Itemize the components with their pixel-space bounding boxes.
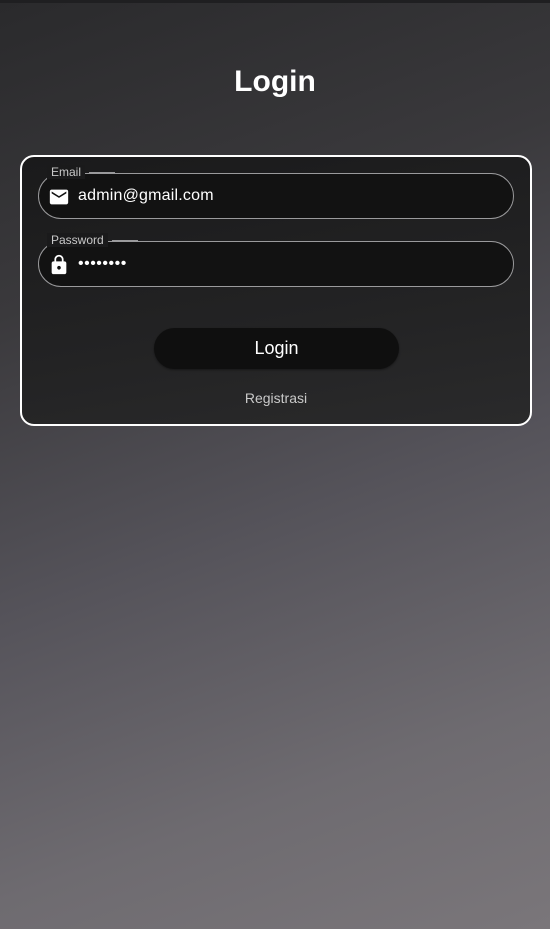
register-link[interactable]: Registrasi <box>22 389 530 407</box>
login-button[interactable]: Login <box>154 328 399 369</box>
status-bar-shade <box>0 0 550 3</box>
login-card: Email admin@gmail.com Password •••••••• … <box>20 155 532 426</box>
password-field[interactable]: Password •••••••• <box>38 233 514 287</box>
email-field[interactable]: Email admin@gmail.com <box>38 165 514 219</box>
page-title: Login <box>234 65 316 98</box>
lock-icon <box>48 254 70 276</box>
email-input[interactable]: admin@gmail.com <box>78 174 214 218</box>
mail-icon <box>48 186 70 208</box>
password-input[interactable]: •••••••• <box>78 242 127 286</box>
